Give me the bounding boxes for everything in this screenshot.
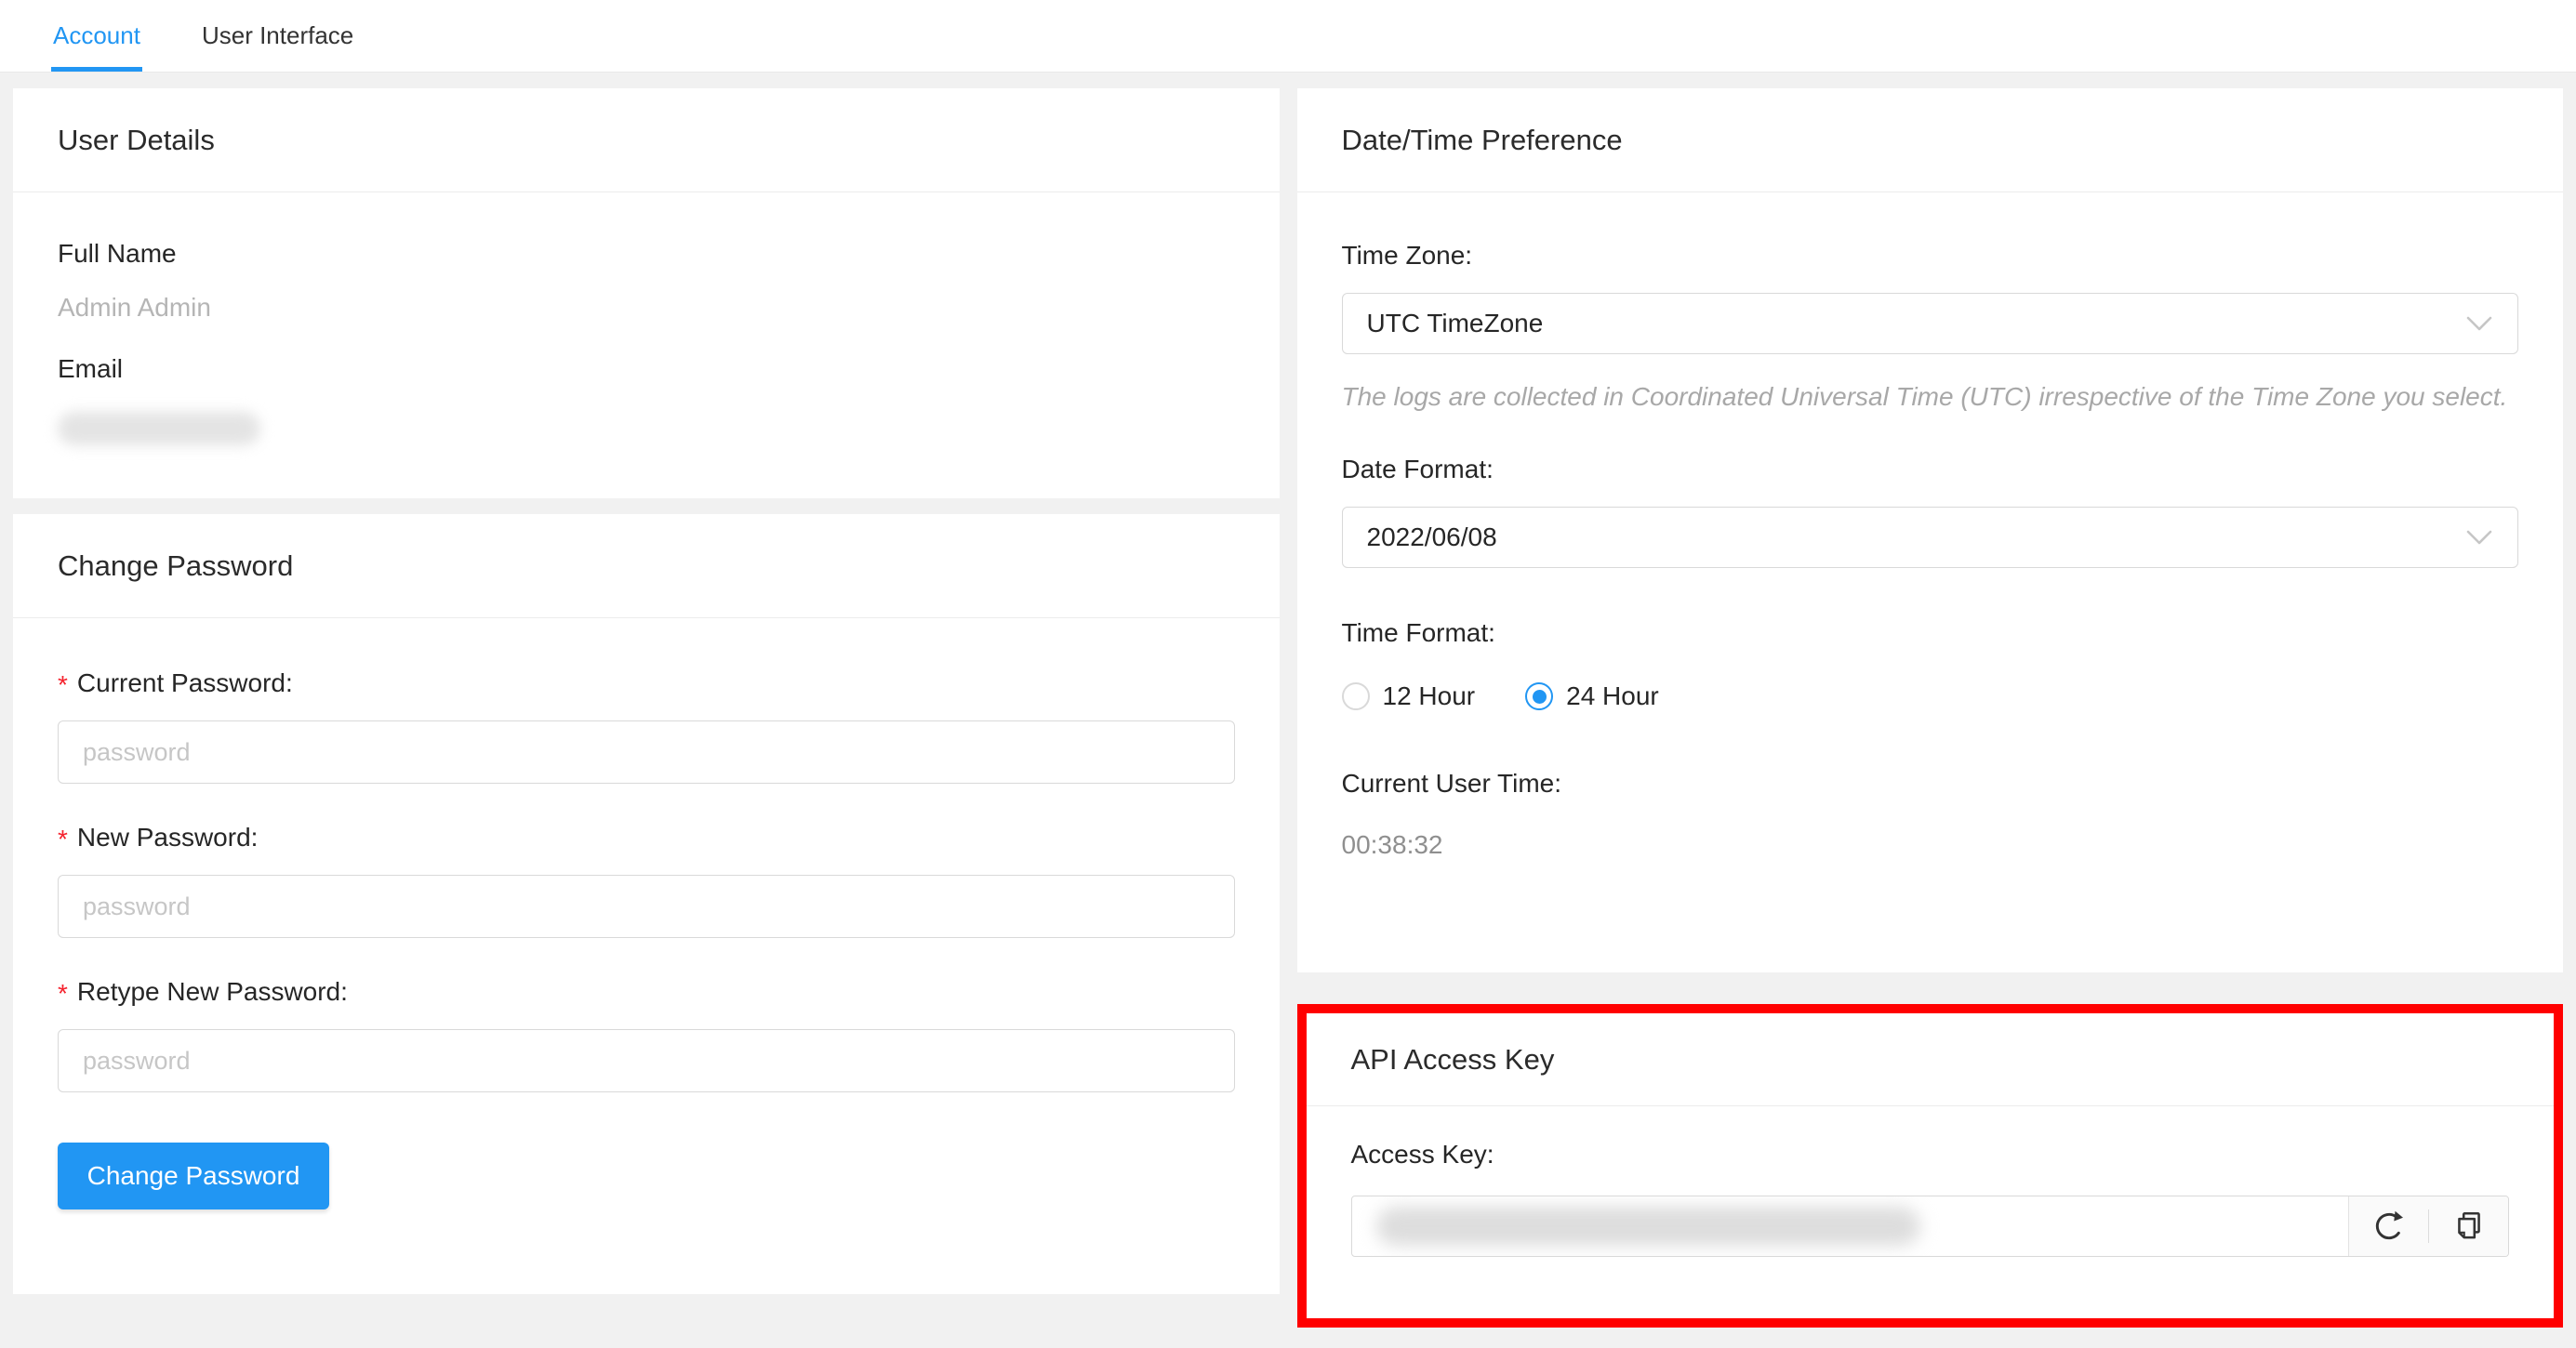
radio-12-hour-label: 12 Hour (1383, 681, 1476, 711)
time-format-radio-group: 12 Hour 24 Hour (1342, 681, 2519, 711)
datetime-preference-card: Date/Time Preference Time Zone: UTC Time… (1297, 88, 2564, 972)
access-key-input-group (1351, 1196, 2510, 1257)
current-user-time-label: Current User Time: (1342, 769, 2519, 799)
new-password-label: New Password: (77, 823, 259, 852)
access-key-input[interactable] (1352, 1196, 2349, 1256)
date-format-label: Date Format: (1342, 455, 2519, 484)
user-details-body: Full Name Admin Admin Email (13, 192, 1280, 445)
api-access-key-card: API Access Key Access Key: (1307, 1013, 2555, 1318)
change-password-card: Change Password * Current Password: * Ne… (13, 514, 1280, 1294)
time-zone-select[interactable]: UTC TimeZone (1342, 293, 2519, 354)
user-details-title: User Details (13, 88, 1280, 192)
settings-content: User Details Full Name Admin Admin Email… (0, 73, 2576, 1328)
right-column: Date/Time Preference Time Zone: UTC Time… (1297, 88, 2564, 1328)
addon-divider (2428, 1209, 2429, 1243)
time-format-label: Time Format: (1342, 618, 2519, 648)
email-label: Email (58, 354, 1235, 384)
radio-circle-selected (1525, 682, 1553, 710)
tab-bar: Account User Interface (0, 0, 2576, 73)
time-zone-selected-value: UTC TimeZone (1367, 309, 1544, 338)
retype-password-label: Retype New Password: (77, 977, 348, 1007)
copy-icon (2451, 1209, 2487, 1244)
access-key-label: Access Key: (1351, 1140, 2510, 1170)
radio-24-hour[interactable]: 24 Hour (1525, 681, 1659, 711)
access-key-actions (2348, 1196, 2508, 1256)
required-asterisk: * (58, 977, 68, 1007)
current-password-group: * Current Password: (58, 668, 1235, 784)
change-password-title: Change Password (13, 514, 1280, 618)
retype-password-label-row: * Retype New Password: (58, 977, 1235, 1007)
time-zone-label: Time Zone: (1342, 241, 2519, 271)
full-name-label: Full Name (58, 239, 1235, 269)
api-access-key-title: API Access Key (1307, 1013, 2555, 1106)
required-asterisk: * (58, 668, 68, 698)
access-key-value-redacted (1376, 1207, 1920, 1246)
regenerate-access-key-button[interactable] (2367, 1204, 2411, 1249)
date-format-select[interactable]: 2022/06/08 (1342, 507, 2519, 568)
user-details-card: User Details Full Name Admin Admin Email (13, 88, 1280, 498)
chevron-down-icon (2465, 315, 2493, 333)
change-password-body: * Current Password: * New Password: (13, 618, 1280, 1209)
retype-password-input[interactable] (58, 1029, 1235, 1092)
radio-12-hour[interactable]: 12 Hour (1342, 681, 1476, 711)
radio-circle-unselected (1342, 682, 1370, 710)
current-password-input[interactable] (58, 720, 1235, 784)
current-password-label: Current Password: (77, 668, 293, 698)
current-user-time-value: 00:38:32 (1342, 830, 2519, 860)
change-password-button[interactable]: Change Password (58, 1143, 329, 1209)
new-password-input[interactable] (58, 875, 1235, 938)
retype-password-group: * Retype New Password: (58, 977, 1235, 1092)
datetime-preference-body: Time Zone: UTC TimeZone The logs are col… (1297, 192, 2564, 860)
utc-note: The logs are collected in Coordinated Un… (1342, 382, 2519, 412)
full-name-value: Admin Admin (58, 293, 1235, 323)
refresh-icon (2371, 1209, 2407, 1244)
api-access-key-body: Access Key: (1307, 1106, 2555, 1257)
copy-access-key-button[interactable] (2447, 1204, 2491, 1249)
datetime-preference-title: Date/Time Preference (1297, 88, 2564, 192)
api-access-key-highlight: API Access Key Access Key: (1297, 1004, 2564, 1328)
date-format-selected-value: 2022/06/08 (1367, 522, 1497, 552)
required-asterisk: * (58, 823, 68, 852)
chevron-down-icon (2465, 529, 2493, 547)
current-password-label-row: * Current Password: (58, 668, 1235, 698)
new-password-label-row: * New Password: (58, 823, 1235, 852)
new-password-group: * New Password: (58, 823, 1235, 938)
left-column: User Details Full Name Admin Admin Email… (13, 88, 1280, 1328)
radio-24-hour-label: 24 Hour (1566, 681, 1659, 711)
tab-user-interface[interactable]: User Interface (200, 0, 355, 72)
settings-page: Account User Interface User Details Full… (0, 0, 2576, 1348)
tab-account[interactable]: Account (51, 0, 142, 72)
email-value-redacted (58, 412, 260, 445)
